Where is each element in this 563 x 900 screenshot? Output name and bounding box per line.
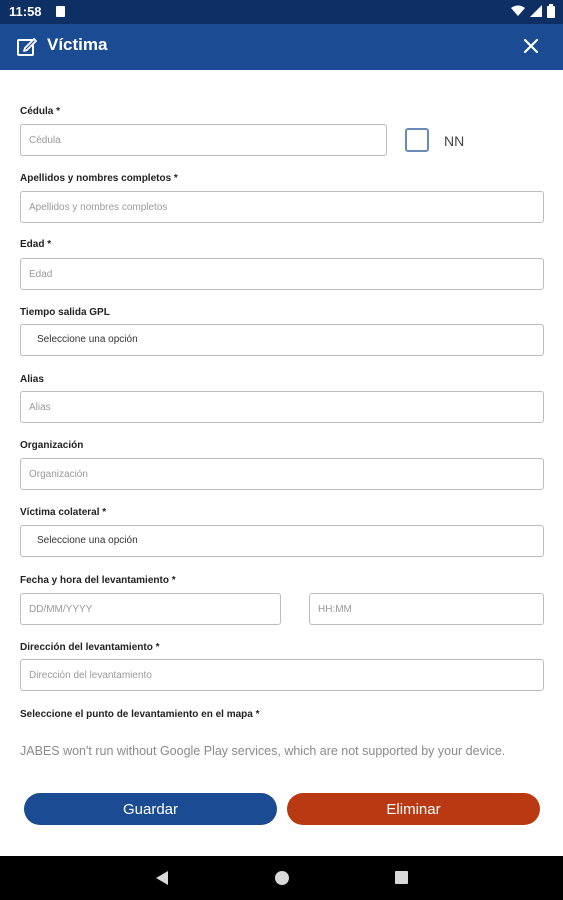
- sd-card-icon: [56, 6, 65, 17]
- home-icon[interactable]: [275, 871, 289, 885]
- delete-button-label: Eliminar: [386, 800, 441, 818]
- direccion-input[interactable]: [20, 659, 544, 691]
- save-button-label: Guardar: [122, 800, 179, 818]
- alias-label: Alias: [20, 374, 44, 385]
- time-input[interactable]: [309, 593, 544, 625]
- battery-icon: [547, 4, 555, 18]
- edad-input[interactable]: [20, 258, 544, 290]
- app-bar: Víctima: [0, 24, 563, 70]
- navigation-bar: [0, 856, 563, 900]
- status-icons: [511, 4, 555, 18]
- status-time: 11:58: [9, 4, 42, 19]
- cedula-label: Cédula *: [20, 106, 61, 117]
- wifi-icon: [511, 5, 525, 16]
- alias-input[interactable]: [20, 391, 544, 423]
- save-button[interactable]: Guardar: [24, 793, 277, 825]
- tiempo-salida-select[interactable]: Seleccione una opción: [20, 324, 544, 356]
- back-icon[interactable]: [155, 870, 169, 886]
- fecha-hora-label: Fecha y hora del levantamiento *: [20, 575, 176, 586]
- organizacion-input[interactable]: [20, 458, 544, 490]
- play-services-notice: JABES won't run without Google Play serv…: [20, 744, 506, 758]
- victima-colateral-value: Seleccione una opción: [37, 535, 138, 546]
- victima-colateral-label: Víctima colateral *: [20, 507, 107, 518]
- page-title: Víctima: [47, 35, 108, 54]
- mapa-label: Seleccione el punto de levantamiento en …: [20, 709, 260, 720]
- nn-checkbox[interactable]: [405, 128, 429, 152]
- recent-apps-icon[interactable]: [395, 871, 408, 884]
- date-input[interactable]: [20, 593, 281, 625]
- victima-colateral-select[interactable]: Seleccione una opción: [20, 525, 544, 557]
- nombres-input[interactable]: [20, 191, 544, 223]
- tiempo-salida-value: Seleccione una opción: [37, 334, 138, 345]
- organizacion-label: Organización: [20, 440, 84, 451]
- cedula-input[interactable]: [20, 124, 387, 156]
- edad-label: Edad *: [20, 239, 52, 250]
- tiempo-salida-label: Tiempo salida GPL: [20, 307, 110, 318]
- edit-icon: [17, 38, 37, 56]
- direccion-label: Dirección del levantamiento *: [20, 642, 160, 653]
- status-bar: 11:58: [0, 0, 563, 24]
- nombres-label: Apellidos y nombres completos *: [20, 173, 178, 184]
- nn-label: NN: [444, 133, 465, 149]
- signal-icon: [530, 5, 542, 17]
- close-icon[interactable]: [521, 36, 541, 56]
- delete-button[interactable]: Eliminar: [287, 793, 540, 825]
